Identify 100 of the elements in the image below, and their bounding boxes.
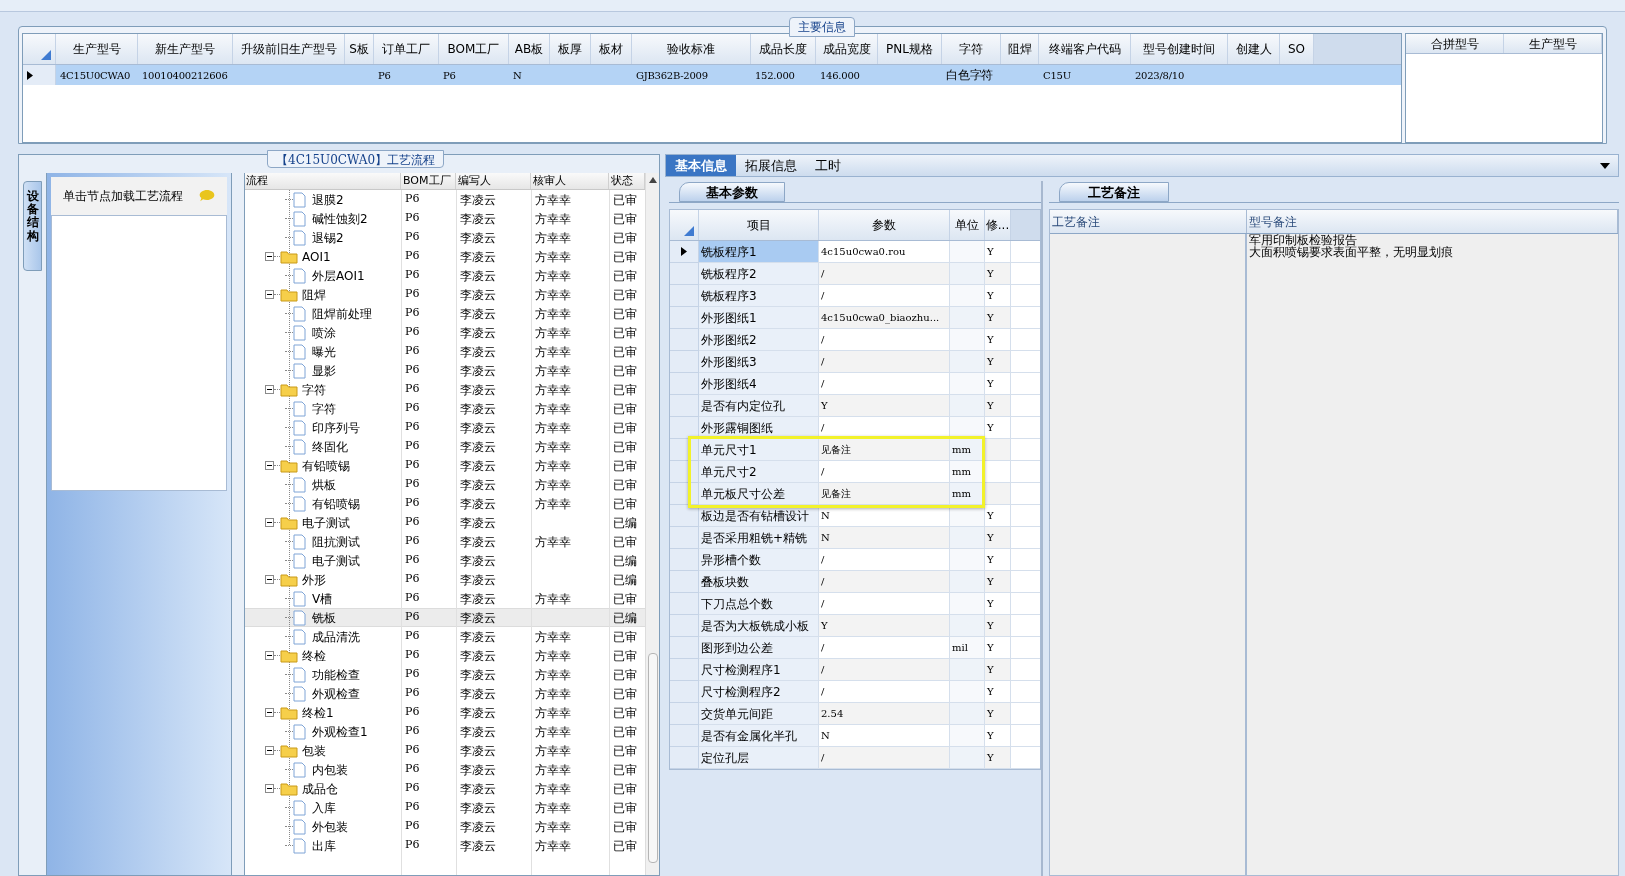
table-row[interactable]: 是否采用粗铣+精铣 N Y — [670, 527, 1040, 549]
column-header[interactable]: 单位 — [950, 210, 985, 240]
column-header[interactable]: 工艺备注 — [1050, 210, 1247, 233]
table-row[interactable]: 是否为大板铣成小板 Y Y — [670, 615, 1040, 637]
item-cell[interactable]: 定位孔层 — [699, 747, 819, 769]
column-header[interactable]: 创建人 — [1228, 34, 1280, 64]
side-tab[interactable]: 设备结构 — [23, 181, 43, 271]
tree-row[interactable]: 外形 P6 李凌云 已编 — [245, 570, 645, 589]
table-row[interactable]: 单元尺寸1 见备注 mm — [670, 439, 1040, 461]
tree-row[interactable]: 外观检查1 P6 李凌云 方幸幸 已审 — [245, 722, 645, 741]
item-cell[interactable]: 图形到边公差 — [699, 637, 819, 659]
item-cell[interactable]: 是否为大板铣成小板 — [699, 615, 819, 637]
item-cell[interactable]: 尺寸检测程序2 — [699, 681, 819, 703]
item-cell[interactable]: 外形图纸3 — [699, 351, 819, 373]
table-row[interactable]: 图形到边公差 / mil Y — [670, 637, 1040, 659]
column-header[interactable]: PNL规格 — [878, 34, 942, 64]
group-tab[interactable]: 基本参数 — [679, 182, 785, 202]
table-row[interactable]: 铣板程序1 4c15u0cwa0.rou Y — [670, 241, 1040, 263]
item-cell[interactable]: 外形图纸1 — [699, 307, 819, 329]
item-cell[interactable]: 是否有金属化半孔 — [699, 725, 819, 747]
table-row[interactable]: 外形图纸3 / Y — [670, 351, 1040, 373]
tree-row[interactable]: 铣板 P6 李凌云 已编 — [245, 608, 645, 627]
item-cell[interactable]: 铣板程序3 — [699, 285, 819, 307]
collapse-toggle[interactable] — [265, 518, 274, 527]
scroll-up-icon[interactable] — [648, 177, 657, 183]
table-row[interactable]: 单元板尺寸公差 见备注 mm — [670, 483, 1040, 505]
collapse-toggle[interactable] — [265, 461, 274, 470]
tree-row[interactable]: 有铅喷锡 P6 李凌云 方幸幸 已审 — [245, 456, 645, 475]
tree-row[interactable]: 碱性蚀刻2 P6 李凌云 方幸幸 已审 — [245, 209, 645, 228]
item-cell[interactable]: 单元尺寸1 — [699, 439, 819, 461]
table-row[interactable]: 铣板程序3 / Y — [670, 285, 1040, 307]
collapse-toggle[interactable] — [265, 385, 274, 394]
scrollbar[interactable] — [645, 173, 659, 875]
tree-row[interactable]: 出库 P6 李凌云 方幸幸 已审 — [245, 836, 645, 855]
column-header[interactable]: 流程 — [245, 173, 401, 189]
model-notes-field[interactable]: 军用印制板检验报告 大面积喷锡要求表面平整，无明显划痕 — [1247, 234, 1618, 875]
table-row[interactable]: 是否有金属化半孔 N Y — [670, 725, 1040, 747]
table-row[interactable]: 4C15U0CWA0 10010400212606 P6 P6 N GJB362B-2009 152.000 146.000 白色字符 C15U 2023/8/10 — [23, 65, 1401, 85]
item-cell[interactable]: 是否有内定位孔 — [699, 395, 819, 417]
tree-row[interactable]: 印序列号 P6 李凌云 方幸幸 已审 — [245, 418, 645, 437]
column-header[interactable]: BOM工厂 — [401, 173, 456, 189]
tree-row[interactable]: 功能检查 P6 李凌云 方幸幸 已审 — [245, 665, 645, 684]
column-header[interactable]: AB板 — [509, 34, 550, 64]
column-header[interactable]: 合拼型号 — [1406, 34, 1504, 53]
tree-row[interactable]: 阻焊 P6 李凌云 方幸幸 已审 — [245, 285, 645, 304]
column-header[interactable]: 新生产型号 — [138, 34, 233, 64]
tree-row[interactable]: 内包装 P6 李凌云 方幸幸 已审 — [245, 760, 645, 779]
column-header[interactable]: 板厚 — [550, 34, 591, 64]
tree-row[interactable]: 外层AOI1 P6 李凌云 方幸幸 已审 — [245, 266, 645, 285]
tree-row[interactable]: 入库 P6 李凌云 方幸幸 已审 — [245, 798, 645, 817]
tree-row[interactable]: 退锡2 P6 李凌云 方幸幸 已审 — [245, 228, 645, 247]
tree-row[interactable]: 显影 P6 李凌云 方幸幸 已审 — [245, 361, 645, 380]
row-header[interactable] — [670, 241, 699, 263]
group-tab[interactable]: 工艺备注 — [1059, 182, 1169, 202]
item-cell[interactable]: 单元尺寸2 — [699, 461, 819, 483]
table-row[interactable]: 是否有内定位孔 Y Y — [670, 395, 1040, 417]
tree-row[interactable]: 电子测试 P6 李凌云 已编 — [245, 551, 645, 570]
tree-row[interactable]: 终检 P6 李凌云 方幸幸 已审 — [245, 646, 645, 665]
row-header[interactable] — [23, 65, 56, 85]
tree-row[interactable]: 外观检查 P6 李凌云 方幸幸 已审 — [245, 684, 645, 703]
table-row[interactable]: 叠板块数 / Y — [670, 571, 1040, 593]
scrollbar-thumb[interactable] — [647, 653, 658, 863]
item-cell[interactable]: 交货单元间距 — [699, 703, 819, 725]
table-row[interactable]: 外形图纸4 / Y — [670, 373, 1040, 395]
column-header[interactable]: 阻焊 — [1001, 34, 1039, 64]
item-cell[interactable]: 叠板块数 — [699, 571, 819, 593]
item-cell[interactable]: 单元板尺寸公差 — [699, 483, 819, 505]
tree-row[interactable]: 终检1 P6 李凌云 方幸幸 已审 — [245, 703, 645, 722]
table-row[interactable]: 下刀点总个数 / Y — [670, 593, 1040, 615]
tree-row[interactable]: 终固化 P6 李凌云 方幸幸 已审 — [245, 437, 645, 456]
tree-row[interactable]: 成品仓 P6 李凌云 方幸幸 已审 — [245, 779, 645, 798]
collapse-toggle[interactable] — [265, 252, 274, 261]
column-header[interactable]: BOM工厂 — [439, 34, 509, 64]
tree-row[interactable]: 字符 P6 李凌云 方幸幸 已审 — [245, 380, 645, 399]
column-header[interactable]: 核审人 — [531, 173, 609, 189]
collapse-toggle[interactable] — [265, 290, 274, 299]
tree-row[interactable]: V槽 P6 李凌云 方幸幸 已审 — [245, 589, 645, 608]
item-cell[interactable]: 是否采用粗铣+精铣 — [699, 527, 819, 549]
column-header[interactable]: 订单工厂 — [374, 34, 439, 64]
tab[interactable]: 拓展信息 — [736, 155, 806, 176]
column-header[interactable]: 生产型号 — [56, 34, 138, 64]
tree-row[interactable]: 电子测试 P6 李凌云 已编 — [245, 513, 645, 532]
column-header[interactable]: 成品长度 — [751, 34, 816, 64]
table-row[interactable]: 外形露铜图纸 / Y — [670, 417, 1040, 439]
item-cell[interactable]: 外形图纸2 — [699, 329, 819, 351]
collapse-toggle[interactable] — [265, 708, 274, 717]
table-row[interactable]: 交货单元间距 2.54 Y — [670, 703, 1040, 725]
column-header[interactable]: 验收标准 — [632, 34, 751, 64]
tree-row[interactable]: 退膜2 P6 李凌云 方幸幸 已审 — [245, 190, 645, 209]
column-header[interactable]: S板 — [345, 34, 374, 64]
item-cell[interactable]: 外形露铜图纸 — [699, 417, 819, 439]
tree-row[interactable]: 字符 P6 李凌云 方幸幸 已审 — [245, 399, 645, 418]
tree-row[interactable]: AOI1 P6 李凌云 方幸幸 已审 — [245, 247, 645, 266]
tree-row[interactable]: 包装 P6 李凌云 方幸幸 已审 — [245, 741, 645, 760]
item-cell[interactable]: 下刀点总个数 — [699, 593, 819, 615]
table-row[interactable]: 单元尺寸2 / mm — [670, 461, 1040, 483]
column-header[interactable]: 生产型号 — [1504, 34, 1602, 53]
tab[interactable]: 基本信息 — [666, 155, 736, 176]
item-cell[interactable]: 外形图纸4 — [699, 373, 819, 395]
table-row[interactable]: 外形图纸2 / Y — [670, 329, 1040, 351]
